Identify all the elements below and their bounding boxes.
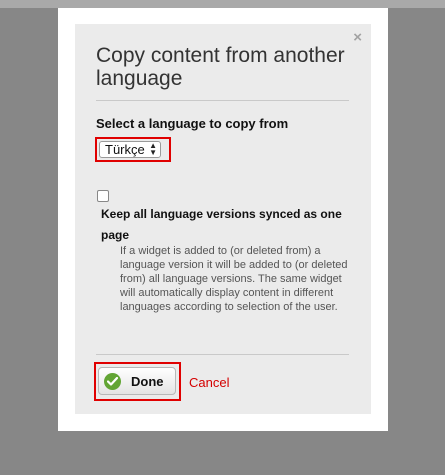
background-page-strip: [0, 0, 445, 8]
dialog-title: Copy content from another language: [96, 44, 345, 90]
divider-top: [96, 100, 349, 101]
divider-bottom: [96, 354, 349, 355]
select-arrows-icon: ▲ ▼: [149, 142, 157, 157]
sync-checkbox[interactable]: [97, 190, 109, 202]
language-select-value: Türkçe: [105, 142, 145, 157]
check-circle-icon: [104, 373, 121, 390]
modal-frame: × Copy content from another language Sel…: [58, 8, 388, 431]
cancel-link[interactable]: Cancel: [189, 375, 229, 390]
sync-checkbox-label: Keep all language versions synced as one…: [101, 207, 342, 242]
language-select[interactable]: Türkçe ▲ ▼: [99, 141, 161, 158]
done-button[interactable]: Done: [98, 367, 176, 395]
sync-help-text: If a widget is added to (or deleted from…: [120, 245, 348, 313]
arrow-down-icon: ▼: [149, 148, 157, 157]
done-button-label: Done: [131, 374, 164, 389]
close-icon[interactable]: ×: [353, 30, 362, 45]
select-language-label: Select a language to copy from: [96, 116, 289, 131]
copy-content-dialog: × Copy content from another language Sel…: [75, 24, 371, 414]
